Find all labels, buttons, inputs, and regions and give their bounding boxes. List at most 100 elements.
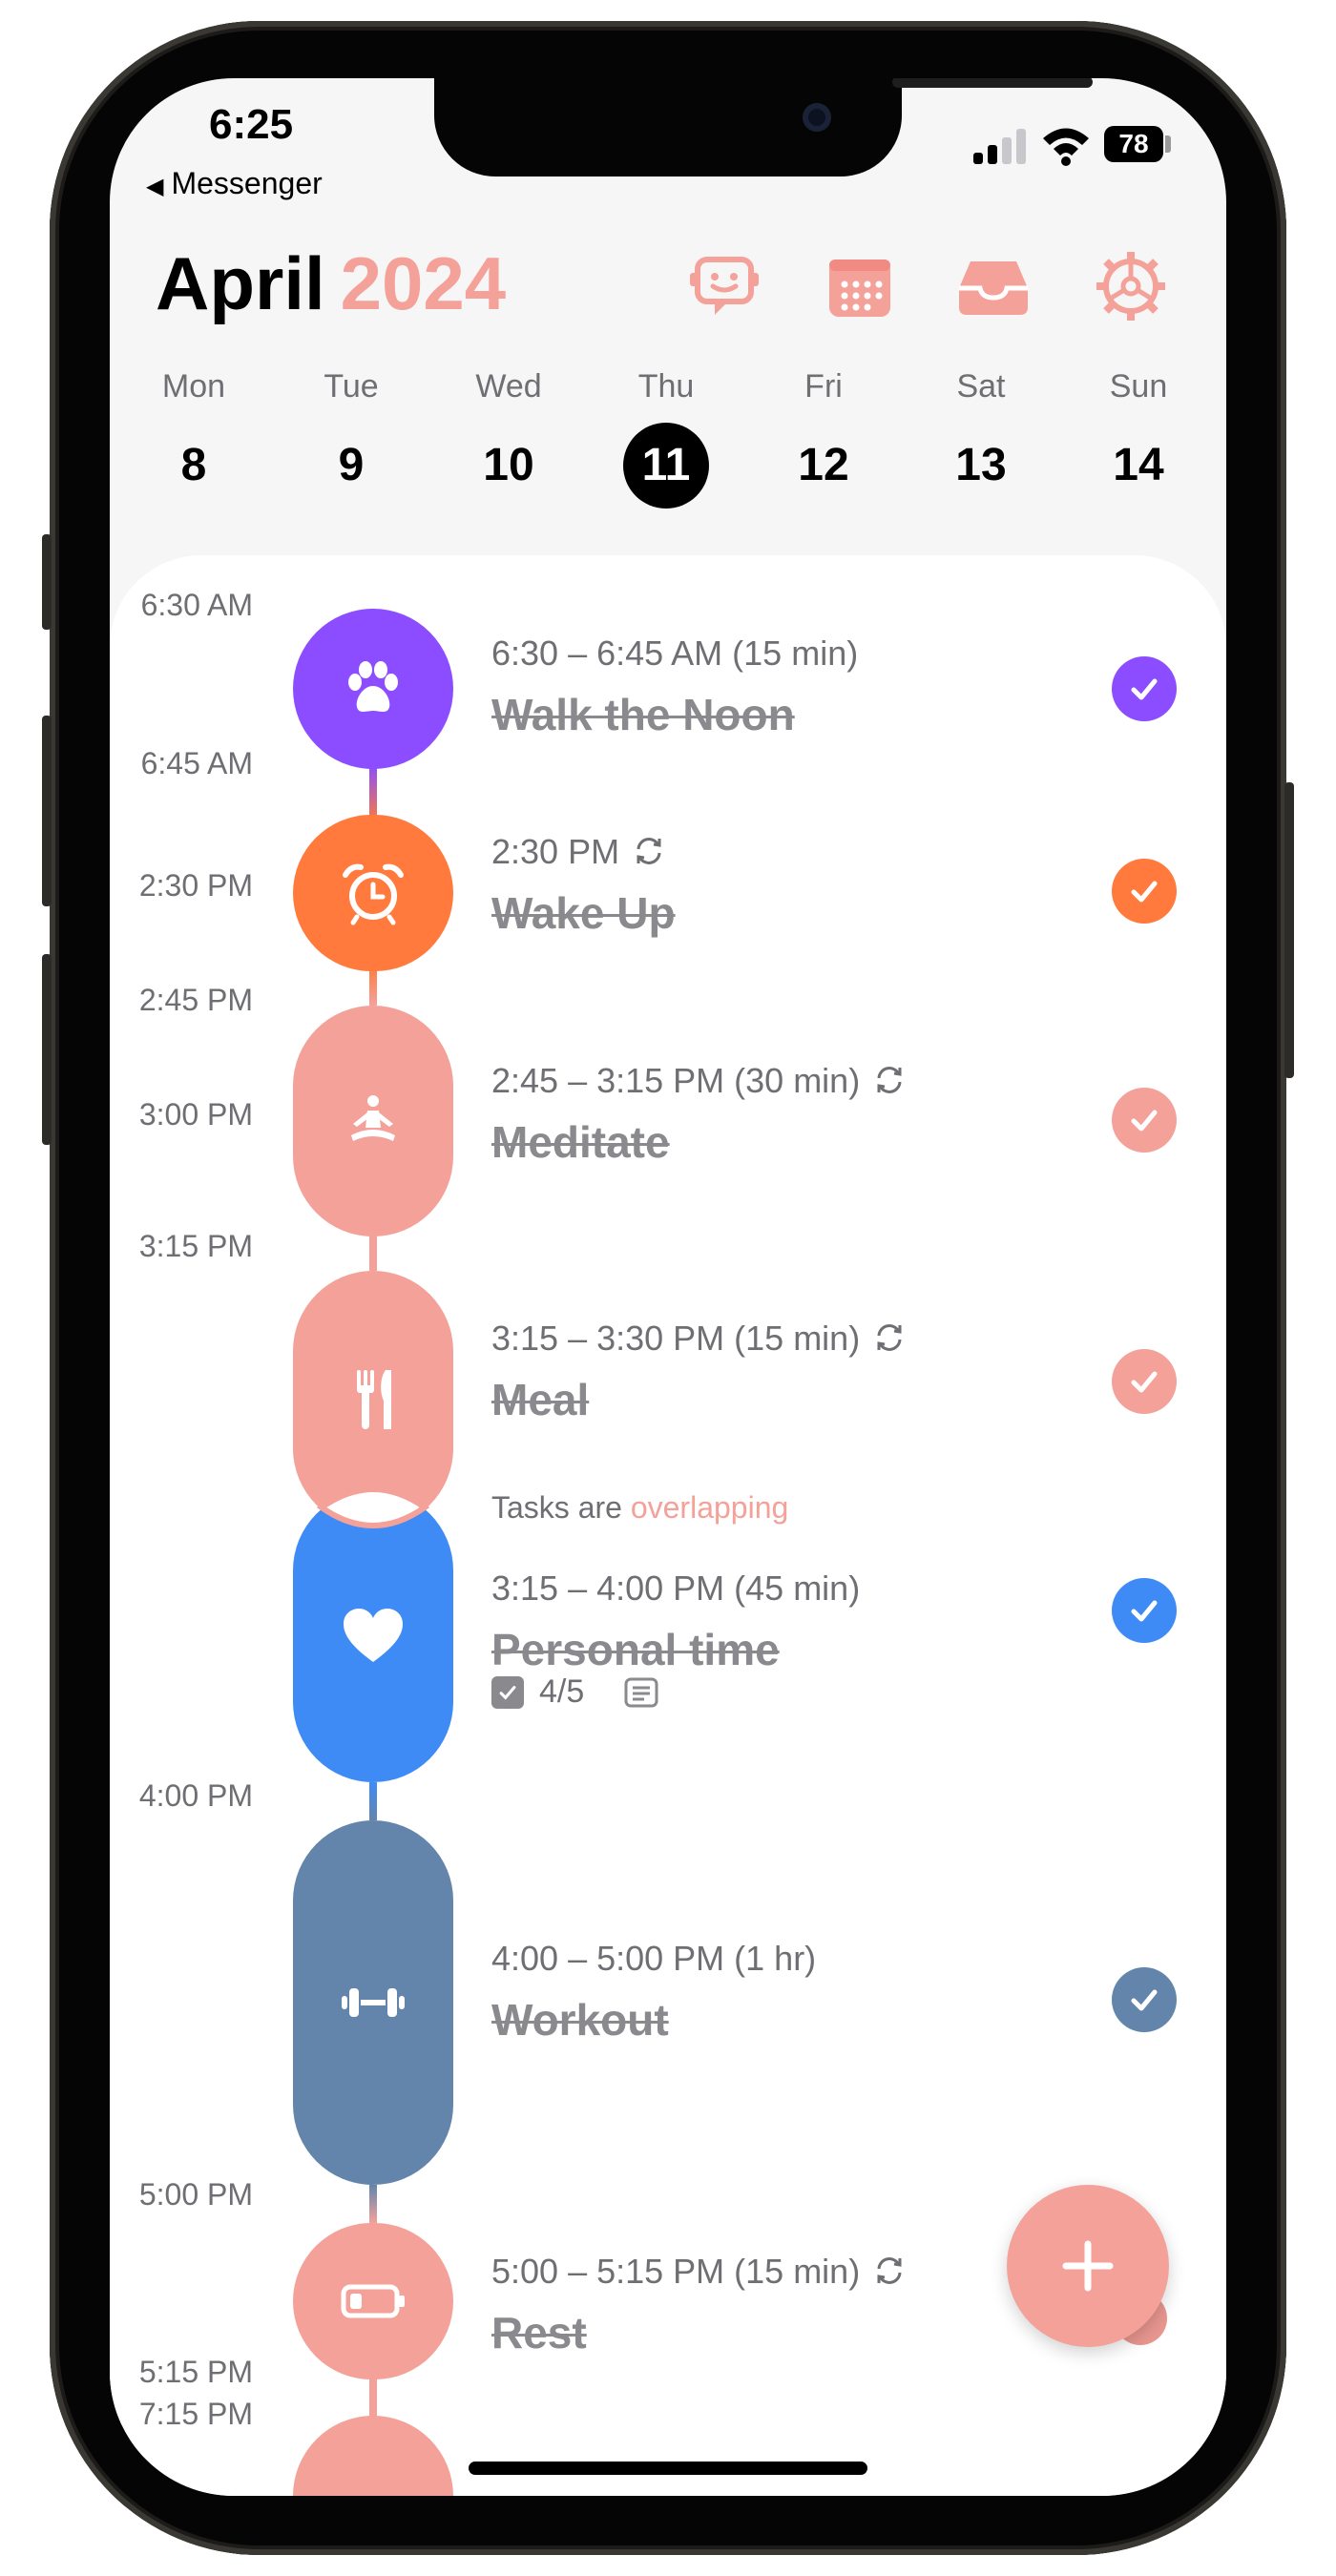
day-fri-12[interactable]: 12 (776, 420, 871, 511)
task-time-row: 5:00 – 5:15 PM (15 min) (491, 2252, 906, 2292)
task-time: 2:30 PM (491, 832, 620, 871)
timeline-connector (369, 765, 377, 822)
task-name[interactable]: Meditate (491, 1116, 670, 1168)
timeline-connector (369, 1233, 377, 1271)
repeat-icon (637, 838, 661, 864)
calendar-icon[interactable] (822, 248, 898, 324)
time-label: 3:15 PM (138, 1229, 253, 1263)
time-label: 7:15 PM (138, 2397, 253, 2431)
task-name[interactable]: Wake Up (491, 887, 676, 939)
home-indicator[interactable] (469, 2462, 867, 2475)
battery-indicator: 78 (1104, 126, 1163, 162)
weekday-label: Wed (475, 368, 542, 405)
checkmark-icon (1131, 1371, 1158, 1393)
day-tue-9[interactable]: 9 (303, 420, 399, 511)
day-mon-8[interactable]: 8 (146, 420, 241, 511)
overlap-indicator (316, 1486, 430, 1528)
paw-icon (348, 661, 398, 712)
heart-icon (344, 1609, 403, 1662)
task-name[interactable]: Personal time (491, 1624, 780, 1675)
task-done-checkbox[interactable] (1112, 1349, 1177, 1414)
checkmark-icon (1131, 678, 1158, 700)
task-done-checkbox[interactable] (1112, 1088, 1177, 1153)
settings-icon[interactable] (1093, 248, 1169, 324)
task-time-row: 2:30 PM (491, 832, 665, 872)
notes-icon (624, 1677, 658, 1707)
checkbox-icon (491, 1675, 524, 1709)
day-wed-10[interactable]: 10 (461, 420, 556, 511)
time-label: 2:45 PM (138, 983, 253, 1017)
time-label: 6:45 AM (140, 746, 253, 780)
checkmark-icon (1131, 1110, 1158, 1132)
month-label: April (156, 241, 325, 325)
task-icon-wake-up[interactable] (293, 815, 453, 971)
battery-low-icon (341, 2284, 405, 2318)
time-label: 2:30 PM (138, 868, 253, 903)
task-time: 6:30 – 6:45 AM (15 min) (491, 634, 859, 673)
volume-down-button (42, 954, 52, 1145)
notch (434, 78, 1093, 177)
front-camera (803, 103, 831, 132)
task-time: 4:00 – 5:00 PM (1 hr) (491, 1939, 817, 1978)
task-done-checkbox[interactable] (1112, 859, 1177, 924)
task-icon-meditate[interactable] (293, 1006, 453, 1236)
year-label: 2024 (340, 241, 507, 325)
cellular-signal-icon (973, 128, 1027, 164)
weekday-label: Thu (637, 368, 695, 405)
task-name[interactable]: Meal (491, 1374, 589, 1425)
month-year-title[interactable]: April 2024 (156, 240, 506, 327)
task-name[interactable]: Rest (491, 2307, 587, 2358)
add-task-button[interactable] (1007, 2185, 1169, 2347)
task-icon-workout[interactable] (293, 1820, 453, 2185)
overlap-prefix: Tasks are (491, 1490, 622, 1525)
weekday-label: Mon (161, 368, 226, 405)
task-done-checkbox[interactable] (1112, 656, 1177, 721)
timeline-connector (369, 1782, 377, 1820)
subtasks-row[interactable]: 4/5 (491, 1673, 658, 1711)
volume-up-button (42, 716, 52, 906)
task-time-row: 3:15 – 3:30 PM (15 min) (491, 1319, 906, 1359)
overlap-highlight[interactable]: overlapping (631, 1490, 788, 1525)
time-label: 5:00 PM (138, 2177, 253, 2212)
time-label: 4:00 PM (138, 1778, 253, 1813)
repeat-icon (877, 2257, 902, 2284)
task-icon-walk[interactable] (293, 609, 453, 769)
mute-switch (42, 534, 52, 630)
task-time: 3:15 – 3:30 PM (15 min) (491, 1319, 861, 1358)
task-name[interactable]: Workout (491, 1994, 669, 2046)
inbox-icon[interactable] (955, 248, 1032, 324)
task-name[interactable]: Walk the Noon (491, 689, 795, 740)
task-icon-rest[interactable] (293, 2223, 453, 2379)
assistant-chat-icon[interactable] (686, 248, 762, 324)
plus-icon (1062, 2240, 1114, 2292)
time-label: 5:15 PM (138, 2355, 253, 2389)
day-sun-14[interactable]: 14 (1091, 420, 1186, 511)
day-thu-11-selected[interactable]: 11 (623, 423, 709, 509)
time-label: 3:00 PM (138, 1097, 253, 1132)
weekday-label: Sun (1109, 368, 1168, 405)
subtask-progress: 4/5 (539, 1673, 585, 1710)
battery-tip (1165, 135, 1171, 153)
alarm-clock-icon (343, 863, 404, 925)
back-app-label: Messenger (171, 166, 323, 200)
time-label: 6:30 AM (140, 588, 253, 622)
back-arrow-icon: ◀ (146, 174, 164, 199)
checkmark-icon (1131, 881, 1158, 903)
repeat-icon (877, 1067, 902, 1093)
wifi-icon (1043, 128, 1089, 166)
timeline-connector (369, 2185, 377, 2223)
task-time: 3:15 – 4:00 PM (45 min) (491, 1568, 861, 1608)
meditation-icon (351, 1095, 395, 1141)
power-button (1284, 782, 1294, 1078)
screen: 6:25 ◀ Messenger 78 April 2024 Mon 8 Tue 9… (110, 78, 1226, 2496)
task-done-checkbox[interactable] (1112, 1578, 1177, 1643)
repeat-icon (877, 1324, 902, 1351)
status-time: 6:25 (209, 101, 294, 148)
task-done-checkbox[interactable] (1112, 1967, 1177, 2032)
task-time: 5:00 – 5:15 PM (15 min) (491, 2252, 861, 2291)
day-sat-13[interactable]: 13 (933, 420, 1029, 511)
task-time: 2:45 – 3:15 PM (30 min) (491, 1061, 861, 1100)
dumbbell-icon (342, 1988, 405, 2017)
checkmark-icon (1131, 1600, 1158, 1622)
back-to-app-link[interactable]: ◀ Messenger (146, 166, 323, 201)
